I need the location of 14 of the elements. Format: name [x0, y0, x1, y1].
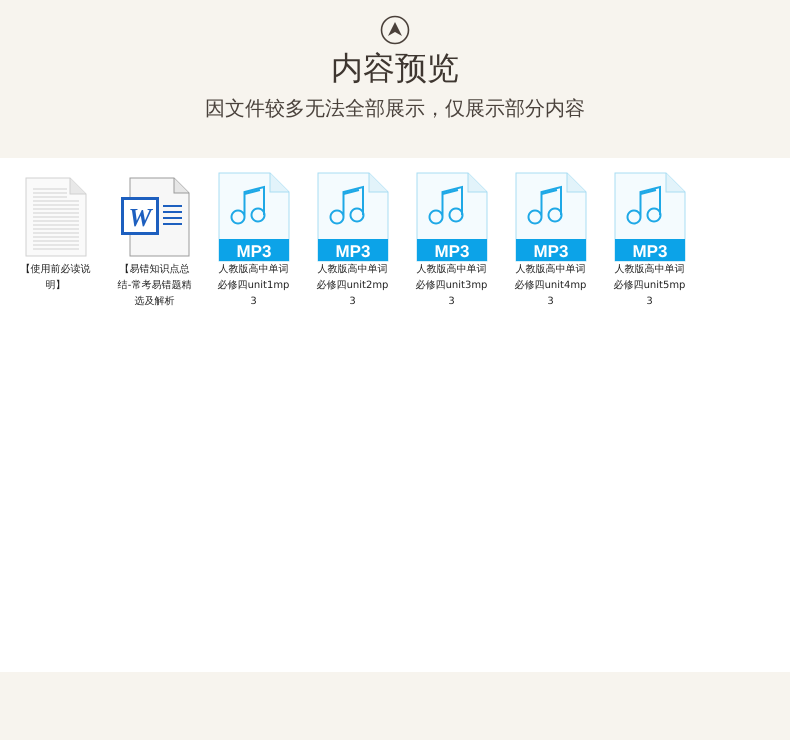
- page-subtitle: 因文件较多无法全部展示，仅展示部分内容: [205, 95, 585, 122]
- audio-file-icon: MP3: [416, 172, 488, 262]
- file-name: 人教版高中单词必修四unit3mp3: [414, 262, 488, 309]
- file-name: 人教版高中单词必修四unit2mp3: [316, 262, 390, 309]
- audio-file-icon: MP3: [614, 172, 686, 262]
- audio-file-icon: MP3: [514, 172, 586, 262]
- audio-file-icon: MP3: [316, 172, 388, 262]
- file-name: 人教版高中单词必修四unit5mp3: [612, 262, 686, 309]
- file-name: 人教版高中单词必修四unit1mp3: [216, 262, 290, 309]
- file-name: 【使用前必读说明】: [20, 262, 92, 293]
- page-title: 内容预览: [331, 48, 459, 89]
- file-name: 【易错知识点总结-常考易错题精选及解析: [116, 262, 192, 309]
- file-name: 人教版高中单词必修四unit4mp3: [514, 262, 588, 309]
- audio-file-icon: MP3: [218, 172, 290, 262]
